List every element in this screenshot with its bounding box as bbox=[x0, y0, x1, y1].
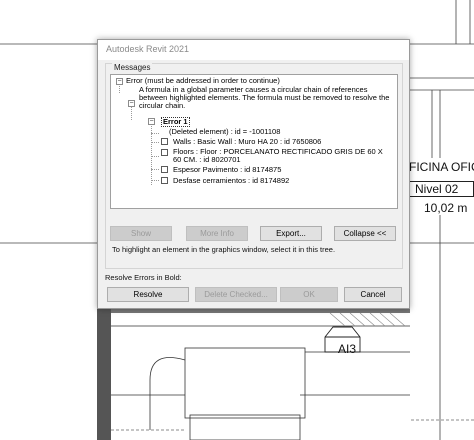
tree-connector bbox=[151, 156, 159, 157]
more-info-button[interactable]: More Info bbox=[186, 226, 248, 241]
tree-item-checkbox[interactable] bbox=[161, 177, 168, 184]
tree-root-node[interactable]: Error (must be addressed in order to con… bbox=[126, 77, 280, 85]
room-name-label: FICINA OFIC bbox=[409, 160, 474, 174]
revit-error-dialog: Autodesk Revit 2021 Messages − Error (mu… bbox=[97, 39, 410, 309]
tree-error-node[interactable]: Error 1 bbox=[161, 117, 190, 127]
tree-connector bbox=[151, 142, 159, 143]
collapse-icon[interactable]: − bbox=[148, 118, 155, 125]
messages-group-label: Messages bbox=[112, 63, 153, 72]
ok-button[interactable]: OK bbox=[280, 287, 338, 302]
tree-item-floor[interactable]: Floors : Floor : PORCELANATO RECTIFICADO… bbox=[173, 148, 393, 164]
messages-tree[interactable]: − Error (must be addressed in order to c… bbox=[110, 74, 398, 209]
tree-item-checkbox[interactable] bbox=[161, 166, 168, 173]
level-tag: Nivel 02 bbox=[408, 181, 474, 197]
delete-checked-button[interactable]: Delete Checked... bbox=[195, 287, 277, 302]
tree-connector bbox=[151, 180, 159, 181]
tree-connector bbox=[151, 169, 159, 170]
dialog-titlebar[interactable]: Autodesk Revit 2021 bbox=[98, 40, 409, 60]
export-button[interactable]: Export... bbox=[260, 226, 322, 241]
cancel-button[interactable]: Cancel bbox=[344, 287, 402, 302]
tree-connector bbox=[131, 106, 132, 120]
tree-connector bbox=[151, 119, 152, 185]
tree-item-wall[interactable]: Walls : Basic Wall : Muro HA 20 : id 765… bbox=[173, 138, 321, 146]
messages-group: Messages − Error (must be addressed in o… bbox=[105, 63, 403, 269]
tree-connector bbox=[151, 133, 159, 134]
tree-item-desfase[interactable]: Desfase cerramientos : id 8174892 bbox=[173, 177, 289, 185]
show-button[interactable]: Show bbox=[110, 226, 172, 241]
error-description[interactable]: A formula in a global parameter causes a… bbox=[139, 86, 394, 110]
height-label: 10,02 m bbox=[424, 201, 468, 215]
tree-deleted-element[interactable]: (Deleted element) : id = -1001108 bbox=[169, 128, 280, 136]
tree-item-checkbox[interactable] bbox=[161, 149, 168, 156]
tree-item-espesor[interactable]: Espesor Pavimento : id 8174875 bbox=[173, 166, 281, 174]
tree-item-checkbox[interactable] bbox=[161, 138, 168, 145]
dialog-title: Autodesk Revit 2021 bbox=[106, 44, 190, 54]
tree-hint-text: To highlight an element in the graphics … bbox=[112, 245, 336, 254]
collapse-icon[interactable]: − bbox=[116, 78, 123, 85]
collapse-icon[interactable]: − bbox=[128, 100, 135, 107]
collapse-button[interactable]: Collapse << bbox=[334, 226, 396, 241]
element-tag-label: AI3 bbox=[338, 342, 357, 356]
resolve-button[interactable]: Resolve bbox=[107, 287, 189, 302]
resolve-errors-label: Resolve Errors in Bold: bbox=[105, 273, 182, 282]
